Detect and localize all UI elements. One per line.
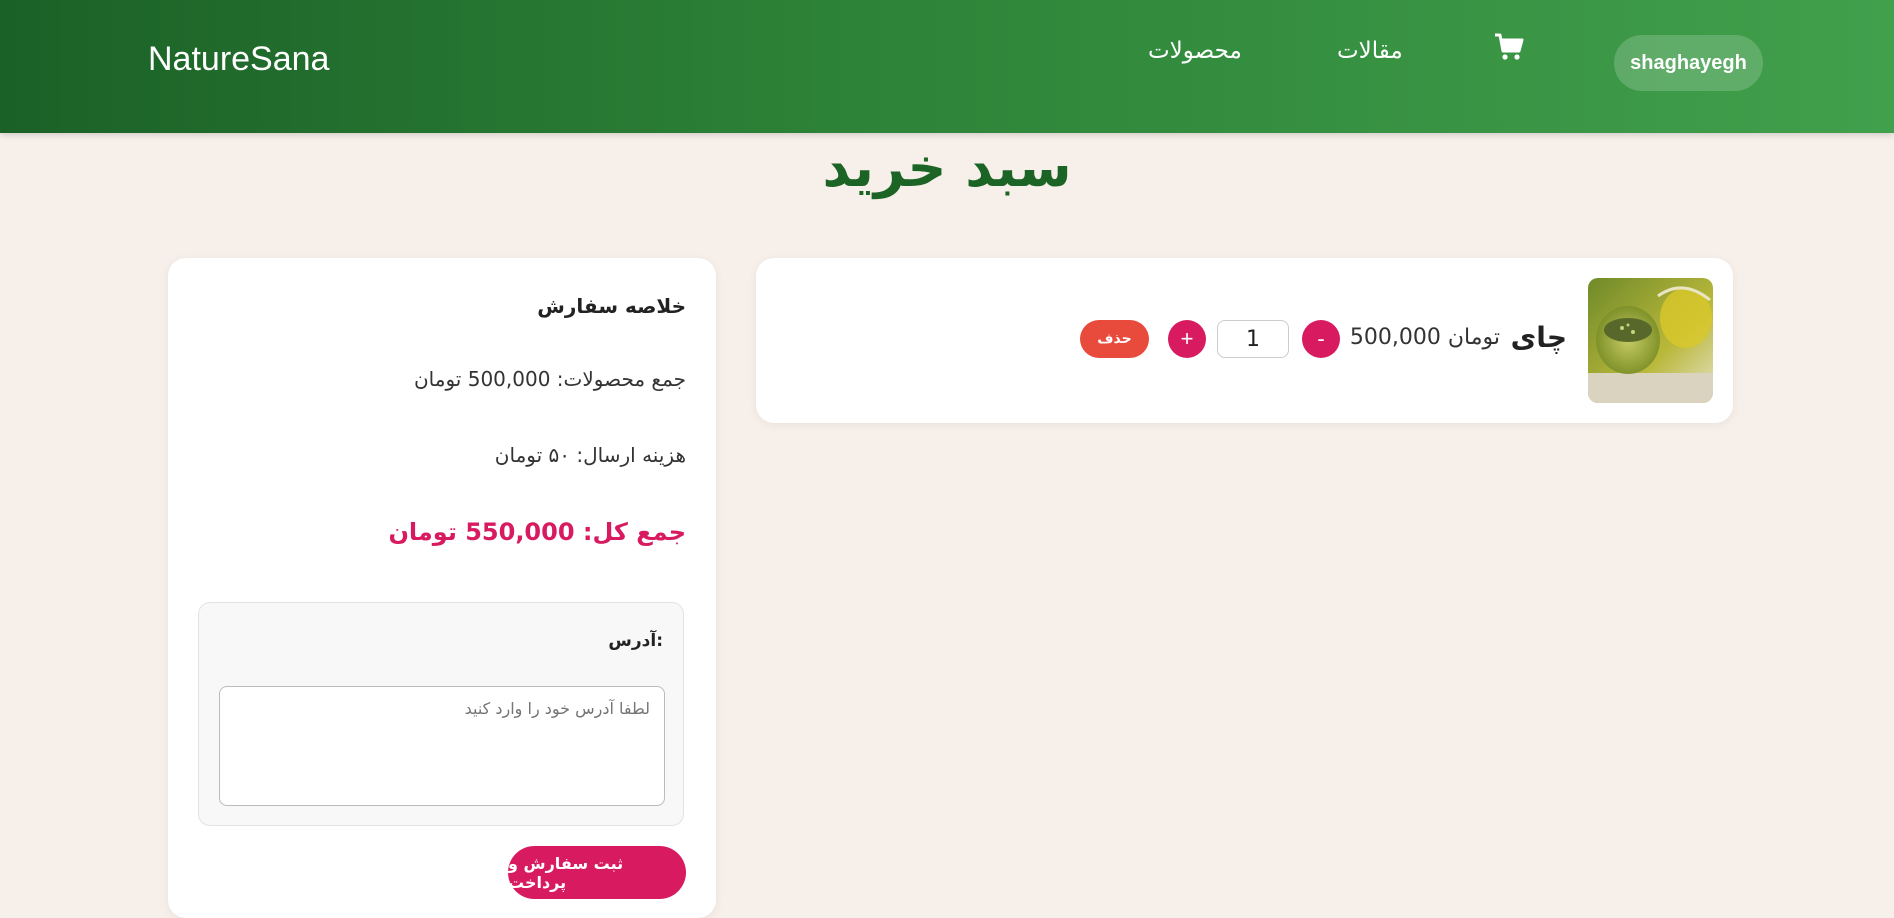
page-title: سبد خرید: [822, 136, 1072, 199]
nav-link-articles[interactable]: مقالات: [1337, 38, 1403, 64]
quantity-input[interactable]: 1: [1217, 320, 1289, 358]
cart-item-price: 500,000 تومان: [1349, 325, 1500, 350]
order-summary-title: خلاصه سفارش: [537, 294, 686, 318]
cart-icon[interactable]: [1494, 33, 1524, 61]
delete-item-button[interactable]: حذف: [1080, 320, 1149, 358]
submit-order-button[interactable]: ثبت سفارش و پرداخت: [508, 846, 686, 899]
increase-quantity-button[interactable]: +: [1168, 320, 1206, 358]
tea-image: [1588, 278, 1713, 403]
address-section: آدرس:: [198, 602, 684, 826]
brand-logo[interactable]: NatureSana: [148, 40, 329, 79]
order-summary-card: خلاصه سفارش جمع محصولات: 500,000 تومان ه…: [168, 258, 716, 918]
shipping-cost: هزینه ارسال: ۵۰ تومان: [494, 443, 686, 467]
decrease-quantity-button[interactable]: -: [1302, 320, 1340, 358]
user-menu-button[interactable]: shaghayegh: [1614, 35, 1763, 91]
cart-item-name: چای: [1510, 321, 1567, 354]
nav-link-products[interactable]: محصولات: [1148, 38, 1242, 64]
grand-total: جمع کل: 550,000 تومان: [388, 518, 686, 546]
address-textarea[interactable]: [219, 686, 665, 806]
top-navbar: NatureSana محصولات مقالات shaghayegh: [0, 0, 1894, 133]
cart-item-card: چای 500,000 تومان - 1 + حذف: [756, 258, 1733, 423]
address-label: آدرس:: [608, 631, 663, 651]
products-total: جمع محصولات: 500,000 تومان: [413, 367, 686, 391]
